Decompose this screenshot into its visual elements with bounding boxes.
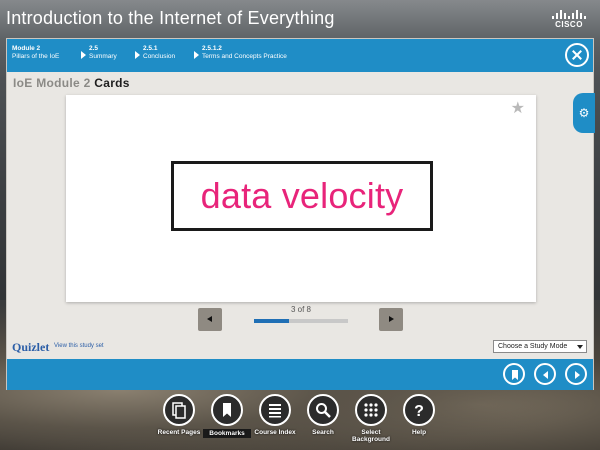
content-panel: Module 2 Pillars of the IoE 2.5 Summary 2.… bbox=[6, 38, 595, 390]
breadcrumb: Module 2 Pillars of the IoE 2.5 Summary 2.… bbox=[7, 39, 593, 72]
settings-tab[interactable]: ⚙ bbox=[573, 93, 595, 133]
gear-icon: ⚙ bbox=[578, 106, 590, 120]
chevron-down-icon bbox=[577, 345, 583, 349]
section-title: IoE Module 2 Cards bbox=[13, 76, 130, 90]
bookmark-icon bbox=[512, 370, 518, 380]
study-mode-value: Choose a Study Mode bbox=[498, 343, 568, 350]
flashcard-term: data velocity bbox=[200, 175, 404, 216]
cisco-wordmark: CISCO bbox=[555, 20, 583, 29]
view-study-set-link[interactable]: View this study set bbox=[54, 343, 104, 349]
dock-bookmarks[interactable]: Bookmarks bbox=[203, 394, 251, 438]
pages-icon bbox=[172, 402, 186, 419]
flashcard[interactable]: ★ data velocity bbox=[66, 95, 536, 302]
card-progress-fill bbox=[254, 319, 290, 323]
svg-text:?: ? bbox=[414, 403, 424, 419]
app-title: Introduction to the Internet of Everythi… bbox=[6, 8, 335, 28]
grid-icon bbox=[364, 403, 378, 417]
section-kind-label: Cards bbox=[94, 76, 130, 90]
next-page-button[interactable] bbox=[565, 363, 587, 385]
bottom-dock: Recent Pages Bookmarks Course Index Sear… bbox=[0, 394, 600, 450]
bookmark-page-button[interactable] bbox=[503, 363, 525, 385]
star-icon[interactable]: ★ bbox=[511, 101, 525, 117]
bottom-toolbar bbox=[7, 359, 593, 390]
cisco-logo: CISCO bbox=[548, 10, 590, 30]
study-mode-select[interactable]: Choose a Study Mode bbox=[493, 340, 587, 353]
breadcrumb-chevron-icon bbox=[194, 51, 199, 59]
breadcrumb-chevron-icon bbox=[135, 51, 140, 59]
close-button[interactable] bbox=[565, 43, 589, 67]
breadcrumb-item-summary[interactable]: 2.5 Summary bbox=[89, 45, 117, 61]
dock-course-index[interactable]: Course Index bbox=[251, 394, 299, 436]
term-box: data velocity bbox=[171, 161, 433, 231]
help-icon: ? bbox=[414, 403, 424, 419]
dock-recent-pages[interactable]: Recent Pages bbox=[155, 394, 203, 436]
quizlet-logo[interactable]: Quizlet bbox=[12, 340, 49, 355]
search-icon bbox=[316, 403, 331, 418]
arrow-right-icon bbox=[575, 371, 580, 379]
previous-page-button[interactable] bbox=[534, 363, 556, 385]
bookmark-icon bbox=[223, 403, 231, 417]
dock-help[interactable]: ? Help bbox=[395, 394, 443, 436]
index-icon bbox=[269, 404, 281, 418]
next-card-button[interactable] bbox=[379, 308, 403, 331]
breadcrumb-item-module[interactable]: Module 2 Pillars of the IoE bbox=[12, 45, 59, 61]
section-module-label: IoE Module 2 bbox=[13, 76, 91, 90]
breadcrumb-item-practice[interactable]: 2.5.1.2 Terms and Concepts Practice bbox=[202, 45, 287, 61]
card-counter: 3 of 8 bbox=[290, 305, 311, 314]
card-progress-bar bbox=[254, 319, 348, 323]
previous-card-button[interactable] bbox=[198, 308, 222, 331]
breadcrumb-item-conclusion[interactable]: 2.5.1 Conclusion bbox=[143, 45, 175, 61]
arrow-left-icon bbox=[543, 371, 548, 379]
breadcrumb-chevron-icon bbox=[81, 51, 86, 59]
quizlet-bar: Quizlet View this study set Choose a Stu… bbox=[7, 337, 593, 358]
dock-select-background[interactable]: Select Background bbox=[347, 394, 395, 443]
dock-search[interactable]: Search bbox=[299, 394, 347, 436]
